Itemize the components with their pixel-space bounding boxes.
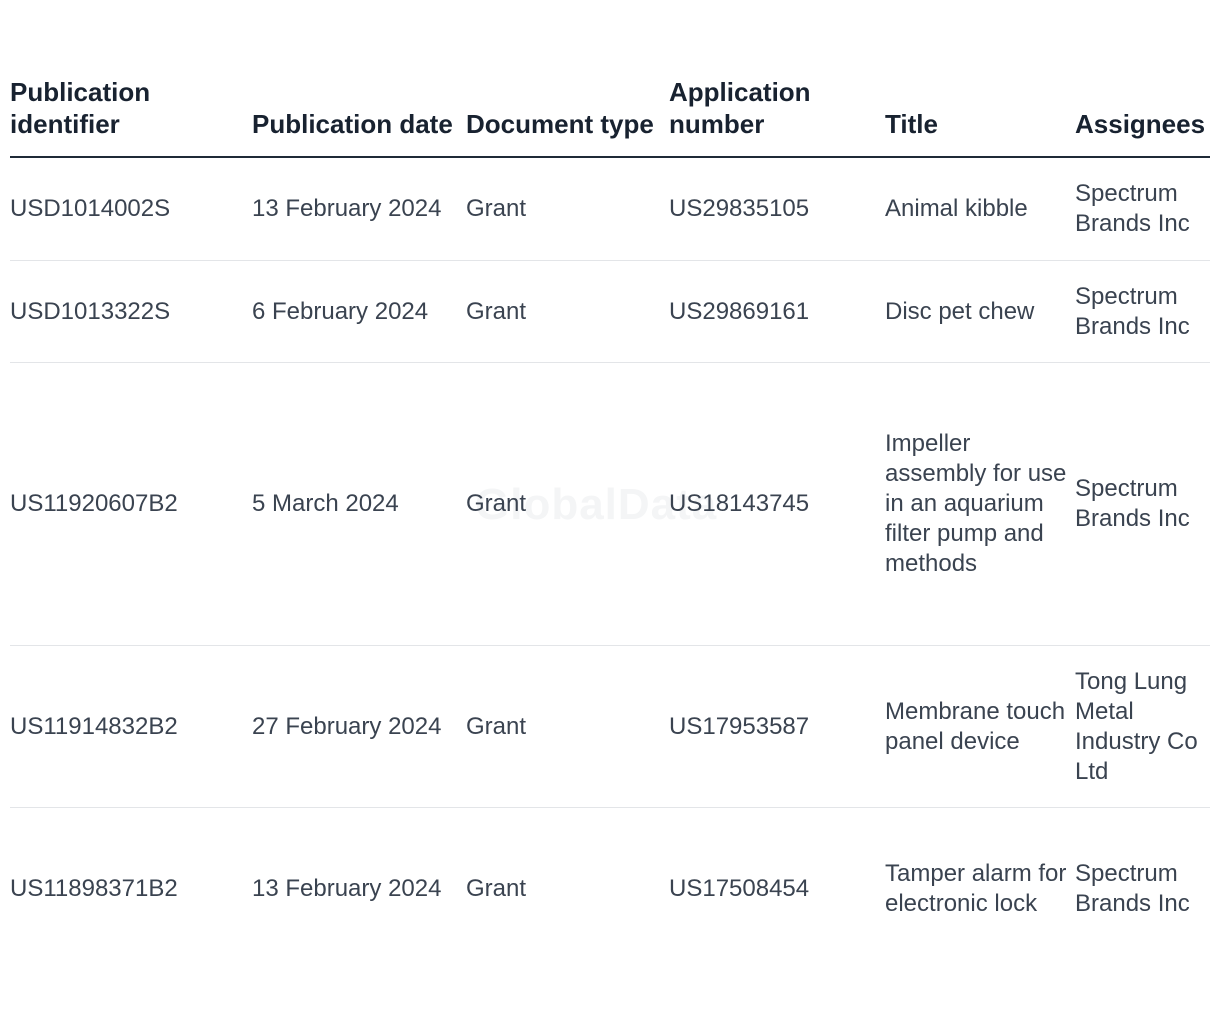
- cell-title: Impeller assembly for use in an aquarium…: [885, 362, 1075, 646]
- cell-document-type: Grant: [466, 875, 527, 902]
- column-header-title: Title: [885, 76, 1075, 158]
- cell-document-type: Grant: [466, 362, 669, 646]
- cell-title: Disc pet chew: [885, 260, 1075, 363]
- cell-publication-identifier: USD1013322S: [10, 260, 252, 363]
- cell-publication-date: 5 March 2024: [252, 362, 466, 646]
- cell-document-type: Grant: [466, 645, 669, 808]
- cell-assignees: Spectrum Brands Inc: [1075, 860, 1190, 917]
- patent-table: Publication identifier Publication date …: [10, 76, 1210, 970]
- cell-application-number: US17953587: [669, 645, 885, 808]
- cell-document-type: Grant: [466, 260, 669, 363]
- table-row: US11914832B2 27 February 2024 Grant US17…: [10, 645, 1210, 808]
- table-row: US11920607B2 5 March 2024 Grant US181437…: [10, 362, 1210, 646]
- cell-publication-identifier: US11914832B2: [10, 645, 252, 808]
- table-row: USD1014002S 13 February 2024 Grant US298…: [10, 157, 1210, 261]
- column-header-document-type: Document type: [466, 76, 669, 158]
- cell-publication-identifier: US11920607B2: [10, 362, 252, 646]
- cell-assignees: Tong Lung Metal Industry Co Ltd: [1075, 645, 1210, 808]
- column-header-publication-date: Publication date: [252, 76, 466, 158]
- table-row: USD1013322S 6 February 2024 Grant US2986…: [10, 260, 1210, 363]
- cell-title: Animal kibble: [885, 157, 1075, 261]
- cell-application-number: US29869161: [669, 260, 885, 363]
- cell-publication-date: 27 February 2024: [252, 645, 466, 808]
- column-header-publication-identifier: Publication identifier: [10, 76, 252, 158]
- column-header-assignees: Assignees: [1075, 76, 1210, 158]
- cell-assignees: Spectrum Brands Inc: [1075, 260, 1210, 363]
- cell-publication-date: 13 February 2024: [252, 157, 466, 261]
- cell-publication-identifier: USD1014002S: [10, 157, 252, 261]
- cell-application-number: US29835105: [669, 157, 885, 261]
- patent-table-container: Publication identifier Publication date …: [10, 76, 1210, 970]
- cell-assignees: Spectrum Brands Inc: [1075, 362, 1210, 646]
- table-row: US11898371B2 13 February 2024 Grant US17…: [10, 808, 1210, 971]
- cell-assignees: Spectrum Brands Inc: [1075, 157, 1210, 261]
- table-body: USD1014002S 13 February 2024 Grant US298…: [10, 157, 1210, 970]
- cell-publication-date: 13 February 2024: [252, 875, 442, 902]
- header-row: Publication identifier Publication date …: [10, 76, 1210, 158]
- column-header-application-number: Application number: [669, 76, 885, 158]
- cell-publication-date: 6 February 2024: [252, 260, 466, 363]
- cell-application-number: US18143745: [669, 362, 885, 646]
- table-header: Publication identifier Publication date …: [10, 76, 1210, 158]
- cell-publication-identifier: US11898371B2: [10, 875, 178, 902]
- cell-title: Tamper alarm for electronic lock: [885, 860, 1067, 917]
- cell-document-type: Grant: [466, 157, 669, 261]
- cell-title: Membrane touch panel device: [885, 645, 1075, 808]
- cell-application-number: US17508454: [669, 875, 810, 902]
